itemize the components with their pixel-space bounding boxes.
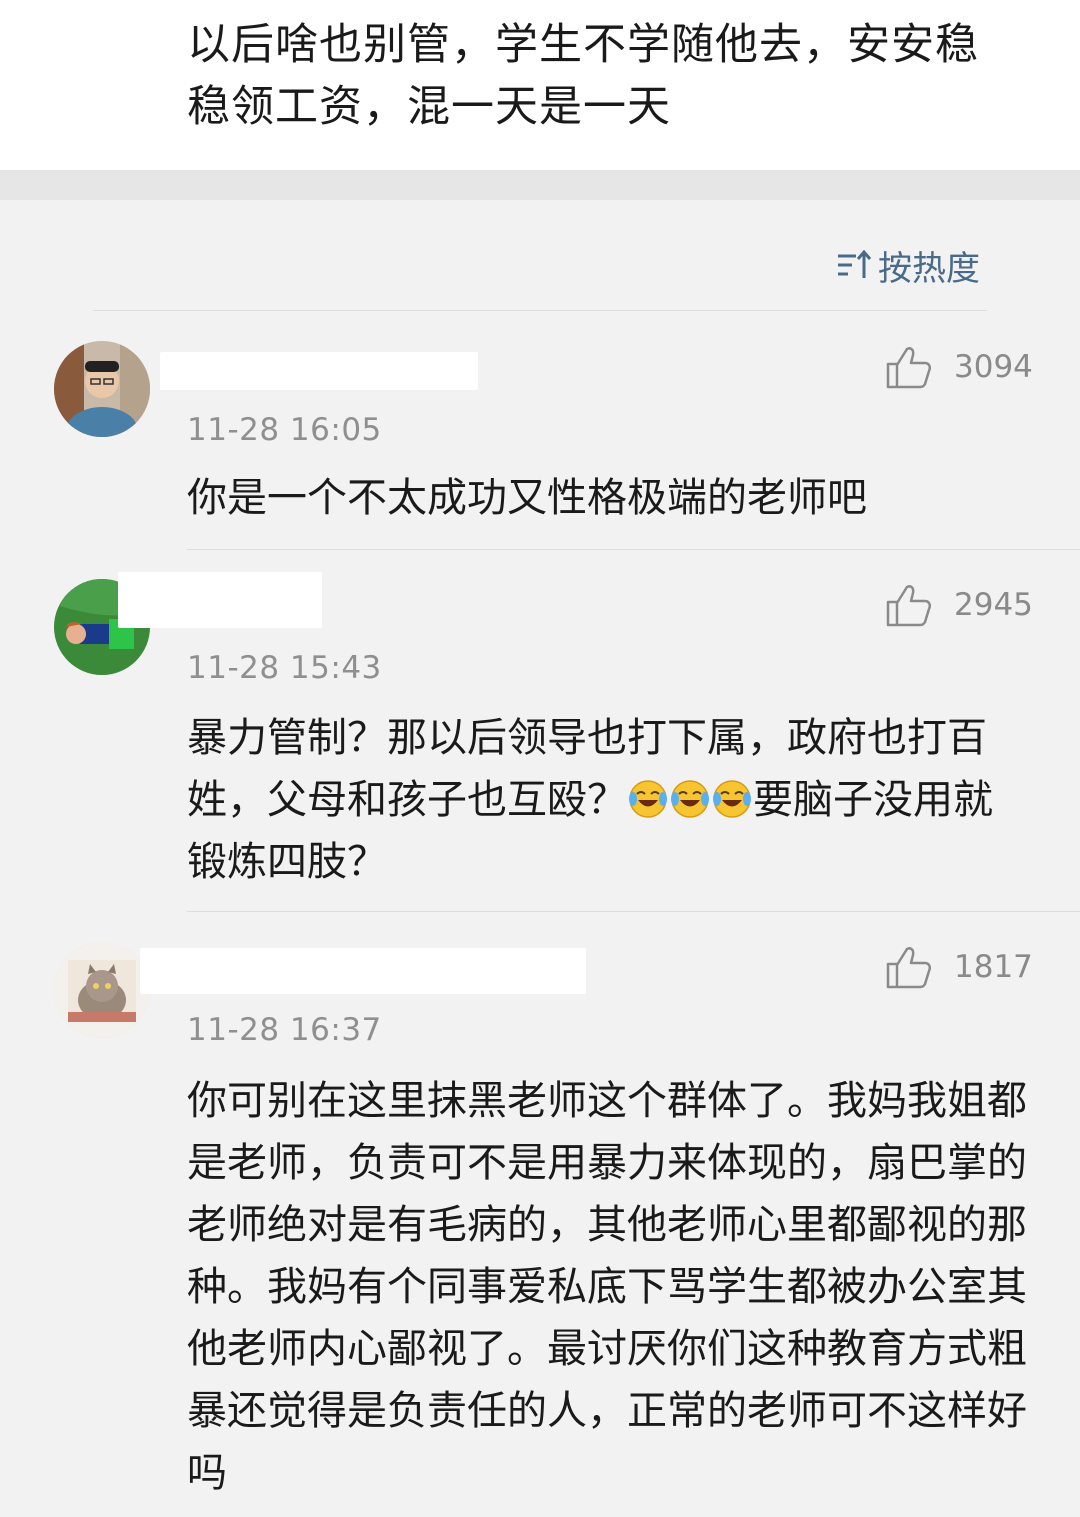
username-redacted bbox=[160, 352, 478, 390]
laughing-crying-emoji bbox=[629, 780, 667, 818]
section-divider bbox=[0, 170, 1080, 200]
thumbs-up-icon bbox=[886, 347, 932, 389]
laughing-crying-emoji bbox=[671, 780, 709, 818]
thumbs-up-icon bbox=[886, 585, 932, 627]
post-text: 以后啥也别管，学生不学随他去，安安稳稳领工资，混一天是一天 bbox=[187, 20, 979, 132]
list-divider bbox=[93, 310, 987, 311]
like-count: 1817 bbox=[954, 949, 1033, 985]
user-avatar-image bbox=[54, 942, 150, 1038]
sort-by-hot-button[interactable]: 按热度 bbox=[836, 240, 980, 290]
list-divider bbox=[187, 549, 1080, 550]
username-redacted bbox=[140, 948, 586, 994]
thumbs-up-icon bbox=[886, 947, 932, 989]
post-card: 以后啥也别管，学生不学随他去，安安稳稳领工资，混一天是一天 bbox=[0, 0, 1080, 170]
avatar[interactable] bbox=[54, 341, 150, 437]
comment-text: 你是一个不太成功又性格极端的老师吧 bbox=[187, 475, 867, 521]
like-button[interactable]: 3094 bbox=[884, 342, 1033, 392]
avatar[interactable] bbox=[54, 942, 150, 1038]
like-button[interactable]: 1817 bbox=[884, 942, 1033, 992]
list-divider bbox=[187, 911, 1080, 912]
like-button[interactable]: 2945 bbox=[884, 580, 1033, 630]
sort-icon bbox=[838, 249, 872, 278]
laughing-crying-emoji bbox=[713, 780, 751, 818]
like-count: 3094 bbox=[954, 349, 1033, 385]
comment-time: 11-28 16:37 bbox=[187, 1012, 382, 1048]
user-avatar-image bbox=[54, 341, 150, 437]
comment-text: 你可别在这里抹黑老师这个群体了。我妈我姐都是老师，负责可不是用暴力来体现的，扇巴… bbox=[187, 1078, 1027, 1496]
comment-time: 11-28 16:05 bbox=[187, 412, 382, 448]
username-redacted bbox=[118, 572, 322, 628]
sort-label: 按热度 bbox=[878, 248, 980, 289]
like-count: 2945 bbox=[954, 587, 1033, 623]
comment-text: 暴力管制？那以后领导也打下属，政府也打百姓，父母和孩子也互殴？ 要脑子没用就锻炼… bbox=[187, 707, 1032, 893]
comment-time: 11-28 15:43 bbox=[187, 650, 382, 686]
